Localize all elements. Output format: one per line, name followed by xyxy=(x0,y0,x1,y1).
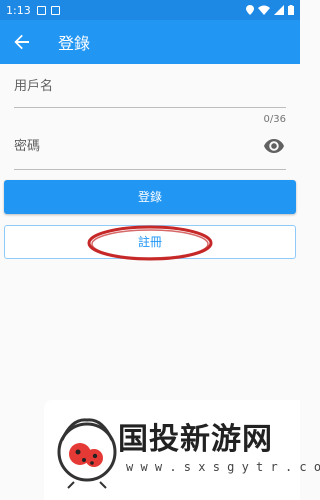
arrow-left-icon xyxy=(14,34,29,50)
toggle-password-visibility-button[interactable] xyxy=(264,138,284,157)
status-time: 1:13 xyxy=(6,3,31,17)
watermark-url: w w w . s x s g y t r . c o m xyxy=(126,460,320,474)
username-field[interactable] xyxy=(14,70,286,108)
password-length-counter: 0/36 xyxy=(263,114,286,125)
app-bar: 登錄 xyxy=(0,20,300,64)
back-button[interactable] xyxy=(0,20,44,64)
battery-icon xyxy=(288,5,294,15)
site-watermark: 国投新游网 w w w . s x s g y t r . c o m xyxy=(44,400,320,500)
wifi-icon xyxy=(258,5,270,15)
image-notification-icon xyxy=(36,5,46,15)
ladybug-logo-icon xyxy=(57,418,117,489)
password-field[interactable] xyxy=(14,128,286,170)
signal-icon xyxy=(274,5,284,15)
a-notification-icon xyxy=(50,5,60,15)
username-input[interactable] xyxy=(14,76,286,96)
eye-icon xyxy=(264,139,284,153)
location-icon xyxy=(246,5,254,15)
password-input[interactable] xyxy=(14,136,254,156)
page-title: 登錄 xyxy=(58,34,91,53)
status-bar: 1:13 xyxy=(0,0,300,20)
login-button[interactable]: 登錄 xyxy=(4,180,296,214)
register-button[interactable]: 註冊 xyxy=(4,225,296,259)
watermark-site-name: 国投新游网 xyxy=(118,422,273,457)
